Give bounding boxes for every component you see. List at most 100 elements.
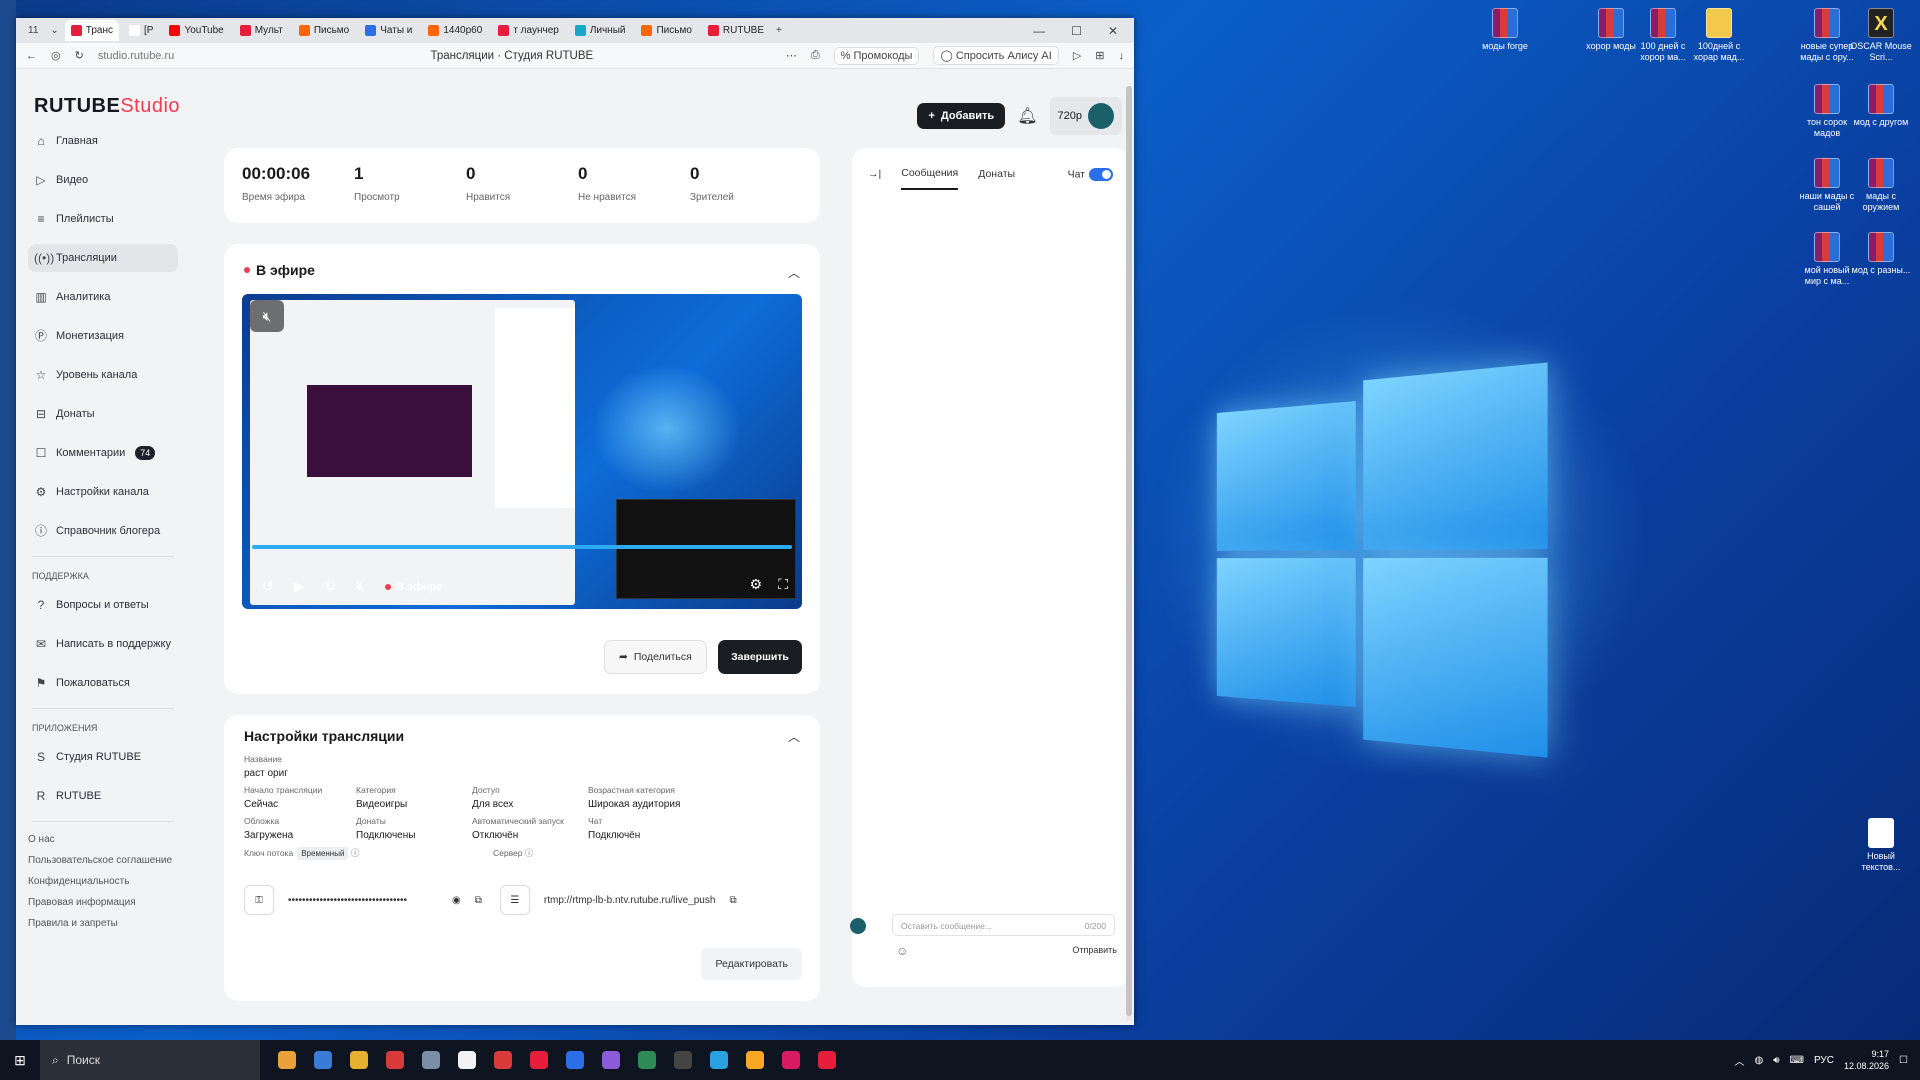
desktop-icon[interactable]: Новый текстов... <box>1850 818 1912 873</box>
add-button[interactable]: + Добавить <box>917 103 1006 129</box>
maximize-icon[interactable]: ☐ <box>1071 24 1082 38</box>
tab-messages[interactable]: Сообщения <box>901 158 959 190</box>
taskbar-app-icon[interactable] <box>638 1051 656 1069</box>
taskbar-app-icon[interactable] <box>314 1051 332 1069</box>
browser-tab[interactable]: 1440p60 <box>422 20 488 41</box>
eye-icon[interactable]: ◉ <box>452 895 461 906</box>
browser-tab[interactable]: Письмо <box>293 20 355 41</box>
copy-icon[interactable]: ⧉ <box>475 895 482 906</box>
sidebar-item[interactable]: ⚑ Пожаловаться <box>28 669 178 697</box>
speaker-icon[interactable]: 🔊︎ <box>1773 1055 1779 1066</box>
taskbar-search[interactable]: ⌕ Поиск <box>40 1040 260 1080</box>
browser-tab[interactable]: YouTube <box>163 20 229 41</box>
extensions-icon[interactable]: ⊞ <box>1095 49 1104 62</box>
desktop-icon[interactable]: мой новый мир с ма... <box>1796 232 1858 287</box>
keyboard-icon[interactable]: ⌨ <box>1790 1055 1804 1066</box>
language-indicator[interactable]: РУС <box>1814 1055 1834 1066</box>
scrollbar[interactable] <box>1126 86 1132 1021</box>
taskbar-app-icon[interactable] <box>494 1051 512 1069</box>
taskbar-app-icon[interactable] <box>458 1051 476 1069</box>
shield-icon[interactable]: ◎ <box>51 49 61 62</box>
taskbar-app-icon[interactable] <box>566 1051 584 1069</box>
notifications-icon[interactable]: ☐ <box>1899 1055 1908 1066</box>
share-button[interactable]: ➦ Поделиться <box>604 640 707 674</box>
taskbar-app-icon[interactable] <box>710 1051 728 1069</box>
sidebar-item[interactable]: ⌂ Главная <box>28 127 178 155</box>
footer-link[interactable]: Правовая информация <box>28 897 178 908</box>
taskbar-app-icon[interactable] <box>350 1051 368 1069</box>
chevron-down-icon[interactable]: ⌄ <box>44 25 64 36</box>
rutube-studio-logo[interactable]: RUTUBEStudio <box>34 95 180 118</box>
desktop-icon[interactable]: мод с разны... <box>1850 232 1912 276</box>
network-icon[interactable]: ◍ <box>1754 1055 1763 1066</box>
send-button[interactable]: Отправить <box>1072 945 1117 955</box>
sidebar-item[interactable]: ⊟ Донаты <box>28 400 178 428</box>
taskbar-app-icon[interactable] <box>530 1051 548 1069</box>
browser-tab[interactable]: Мульт <box>234 20 289 41</box>
minimize-icon[interactable]: — <box>1033 24 1045 38</box>
sidebar-item[interactable]: ≡ Плейлисты <box>28 205 178 233</box>
footer-link[interactable]: Правила и запреты <box>28 918 178 929</box>
footer-link[interactable]: Конфиденциальность <box>28 876 178 887</box>
emoji-icon[interactable]: ☺ <box>896 944 908 958</box>
desktop-icon[interactable]: мады с оружием <box>1850 158 1912 213</box>
browser-tab[interactable]: т лаунчер <box>492 20 565 41</box>
desktop-icon[interactable]: новые супер мады с ору... <box>1796 8 1858 63</box>
reload-icon[interactable]: ↻ <box>75 49 84 62</box>
avatar[interactable] <box>1088 103 1114 129</box>
volume-icon[interactable]: 🔇︎ <box>356 578 365 595</box>
taskbar-app-icon[interactable] <box>782 1051 800 1069</box>
sidebar-item[interactable]: ⓘ Справочник блогера <box>28 517 178 545</box>
forward-icon[interactable]: ↻ <box>325 578 337 595</box>
sidebar-item[interactable]: ☐ Комментарии 74 <box>28 439 178 467</box>
sidebar-item[interactable]: Ⓟ Монетизация <box>28 322 178 350</box>
quality-avatar-button[interactable]: 720p <box>1049 97 1122 135</box>
sidebar-item[interactable]: ? Вопросы и ответы <box>28 591 178 619</box>
bell-icon[interactable]: 🔔︎ <box>1017 106 1037 126</box>
sidebar-item[interactable]: S Студия RUTUBE <box>28 743 178 771</box>
browser-tab[interactable]: [P <box>123 20 159 41</box>
desktop-icon[interactable]: 100 дней с хорор ма... <box>1632 8 1694 63</box>
desktop-icon[interactable]: тон сорок мадов <box>1796 84 1858 139</box>
tab-donates[interactable]: Донаты <box>978 168 1015 180</box>
promo-button[interactable]: % Промокоды <box>833 46 920 65</box>
taskbar-app-icon[interactable] <box>746 1051 764 1069</box>
chevron-up-icon[interactable]: ︿ <box>788 728 800 745</box>
end-stream-button[interactable]: Завершить <box>718 640 802 674</box>
sidebar-item[interactable]: ✉ Написать в поддержку <box>28 630 178 658</box>
more-icon[interactable]: ⋯ <box>786 49 797 62</box>
sidebar-item[interactable]: ⚙ Настройки канала <box>28 478 178 506</box>
fullscreen-icon[interactable]: ⛶ <box>778 576 788 593</box>
settings-icon[interactable]: ⚙ <box>750 576 763 593</box>
browser-tab[interactable]: RUTUBE <box>702 20 770 41</box>
copy-icon[interactable]: ⧉ <box>729 895 736 906</box>
close-icon[interactable]: ✕ <box>1108 24 1118 38</box>
desktop-icon[interactable]: мод с другом <box>1850 84 1912 128</box>
browser-tab[interactable]: Чаты и <box>359 20 418 41</box>
alice-button[interactable]: ◯ Спросить Алису AI <box>933 46 1059 65</box>
footer-link[interactable]: Пользовательское соглашение <box>28 855 178 866</box>
sidebar-item[interactable]: ☆ Уровень канала <box>28 361 178 389</box>
taskbar-app-icon[interactable] <box>386 1051 404 1069</box>
chat-input[interactable]: Оставить сообщение... 0/200 <box>892 914 1115 936</box>
taskbar-app-icon[interactable] <box>422 1051 440 1069</box>
new-tab-icon[interactable]: + <box>770 25 788 36</box>
browser-tab[interactable]: Личный <box>569 20 632 41</box>
collapse-chat-icon[interactable]: →| <box>868 168 881 180</box>
desktop-icon[interactable]: 100дней с хорар мад... <box>1688 8 1750 63</box>
tab-count[interactable]: 11 <box>22 25 44 36</box>
browser-tab[interactable]: Письмо <box>635 20 697 41</box>
taskbar-app-icon[interactable] <box>674 1051 692 1069</box>
mute-icon[interactable]: 🔇︎ <box>250 300 284 332</box>
desktop-icon[interactable]: моды forge <box>1474 8 1536 52</box>
sidebar-item[interactable]: ▷ Видео <box>28 166 178 194</box>
desktop-icon[interactable]: X OSCAR Mouse Scri... <box>1850 8 1912 63</box>
chat-toggle[interactable]: Чат <box>1068 167 1113 181</box>
play-icon[interactable]: ▶ <box>294 578 305 595</box>
sidebar-item[interactable]: R RUTUBE <box>28 782 178 810</box>
browser-tab[interactable]: Транс <box>64 20 119 41</box>
play-icon[interactable]: ▷ <box>1073 49 1081 62</box>
chevron-up-icon[interactable]: ︿ <box>1734 1053 1744 1068</box>
bookmark-icon[interactable]: ⎙ <box>811 49 820 62</box>
desktop-icon[interactable]: наши мады с сашей <box>1796 158 1858 213</box>
